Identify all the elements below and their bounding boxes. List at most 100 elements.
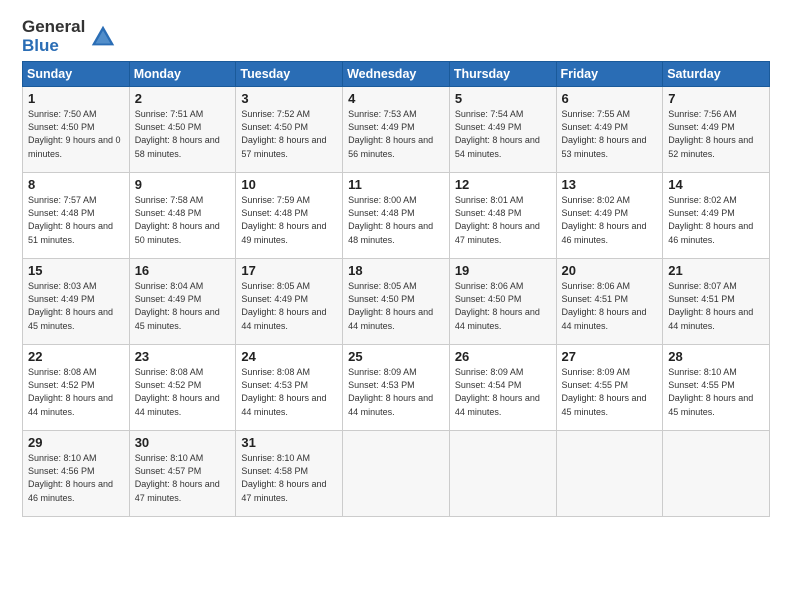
- day-cell: 29 Sunrise: 8:10 AMSunset: 4:56 PMDaylig…: [23, 431, 130, 517]
- day-detail: Sunrise: 7:57 AMSunset: 4:48 PMDaylight:…: [28, 194, 124, 246]
- day-detail: Sunrise: 8:02 AMSunset: 4:49 PMDaylight:…: [668, 194, 764, 246]
- week-row-4: 22 Sunrise: 8:08 AMSunset: 4:52 PMDaylig…: [23, 345, 770, 431]
- day-number: 14: [668, 177, 764, 192]
- logo-blue-text: Blue: [22, 37, 85, 56]
- day-cell: 14 Sunrise: 8:02 AMSunset: 4:49 PMDaylig…: [663, 173, 770, 259]
- logo-general-text: General: [22, 18, 85, 37]
- week-row-3: 15 Sunrise: 8:03 AMSunset: 4:49 PMDaylig…: [23, 259, 770, 345]
- day-detail: Sunrise: 7:53 AMSunset: 4:49 PMDaylight:…: [348, 108, 444, 160]
- day-number: 26: [455, 349, 551, 364]
- day-cell: 9 Sunrise: 7:58 AMSunset: 4:48 PMDayligh…: [129, 173, 236, 259]
- weekday-header-thursday: Thursday: [449, 62, 556, 87]
- day-cell: 31 Sunrise: 8:10 AMSunset: 4:58 PMDaylig…: [236, 431, 343, 517]
- day-detail: Sunrise: 8:05 AMSunset: 4:49 PMDaylight:…: [241, 280, 337, 332]
- day-number: 31: [241, 435, 337, 450]
- page: General Blue SundayMondayTuesdayWednesda…: [0, 0, 792, 612]
- day-cell: 3 Sunrise: 7:52 AMSunset: 4:50 PMDayligh…: [236, 87, 343, 173]
- day-cell: 7 Sunrise: 7:56 AMSunset: 4:49 PMDayligh…: [663, 87, 770, 173]
- weekday-header-sunday: Sunday: [23, 62, 130, 87]
- day-number: 17: [241, 263, 337, 278]
- day-number: 24: [241, 349, 337, 364]
- day-cell: 5 Sunrise: 7:54 AMSunset: 4:49 PMDayligh…: [449, 87, 556, 173]
- day-detail: Sunrise: 7:58 AMSunset: 4:48 PMDaylight:…: [135, 194, 231, 246]
- day-cell: 17 Sunrise: 8:05 AMSunset: 4:49 PMDaylig…: [236, 259, 343, 345]
- day-cell: 21 Sunrise: 8:07 AMSunset: 4:51 PMDaylig…: [663, 259, 770, 345]
- day-cell: 15 Sunrise: 8:03 AMSunset: 4:49 PMDaylig…: [23, 259, 130, 345]
- day-cell: 8 Sunrise: 7:57 AMSunset: 4:48 PMDayligh…: [23, 173, 130, 259]
- day-detail: Sunrise: 8:02 AMSunset: 4:49 PMDaylight:…: [562, 194, 658, 246]
- day-number: 4: [348, 91, 444, 106]
- day-cell: 27 Sunrise: 8:09 AMSunset: 4:55 PMDaylig…: [556, 345, 663, 431]
- day-number: 2: [135, 91, 231, 106]
- day-number: 10: [241, 177, 337, 192]
- day-cell: 12 Sunrise: 8:01 AMSunset: 4:48 PMDaylig…: [449, 173, 556, 259]
- day-detail: Sunrise: 7:50 AMSunset: 4:50 PMDaylight:…: [28, 108, 124, 160]
- day-number: 16: [135, 263, 231, 278]
- day-number: 20: [562, 263, 658, 278]
- day-number: 25: [348, 349, 444, 364]
- calendar: SundayMondayTuesdayWednesdayThursdayFrid…: [22, 61, 770, 517]
- day-cell: 25 Sunrise: 8:09 AMSunset: 4:53 PMDaylig…: [343, 345, 450, 431]
- day-number: 28: [668, 349, 764, 364]
- day-detail: Sunrise: 7:54 AMSunset: 4:49 PMDaylight:…: [455, 108, 551, 160]
- day-cell: [663, 431, 770, 517]
- day-number: 7: [668, 91, 764, 106]
- day-number: 23: [135, 349, 231, 364]
- day-cell: 18 Sunrise: 8:05 AMSunset: 4:50 PMDaylig…: [343, 259, 450, 345]
- day-detail: Sunrise: 8:06 AMSunset: 4:51 PMDaylight:…: [562, 280, 658, 332]
- day-cell: 26 Sunrise: 8:09 AMSunset: 4:54 PMDaylig…: [449, 345, 556, 431]
- day-number: 1: [28, 91, 124, 106]
- logo-area: General Blue: [22, 18, 117, 55]
- day-cell: 19 Sunrise: 8:06 AMSunset: 4:50 PMDaylig…: [449, 259, 556, 345]
- weekday-row: SundayMondayTuesdayWednesdayThursdayFrid…: [23, 62, 770, 87]
- day-cell: 30 Sunrise: 8:10 AMSunset: 4:57 PMDaylig…: [129, 431, 236, 517]
- day-detail: Sunrise: 8:08 AMSunset: 4:53 PMDaylight:…: [241, 366, 337, 418]
- week-row-5: 29 Sunrise: 8:10 AMSunset: 4:56 PMDaylig…: [23, 431, 770, 517]
- day-detail: Sunrise: 8:01 AMSunset: 4:48 PMDaylight:…: [455, 194, 551, 246]
- day-cell: [343, 431, 450, 517]
- day-detail: Sunrise: 7:56 AMSunset: 4:49 PMDaylight:…: [668, 108, 764, 160]
- day-detail: Sunrise: 8:10 AMSunset: 4:58 PMDaylight:…: [241, 452, 337, 504]
- day-detail: Sunrise: 8:08 AMSunset: 4:52 PMDaylight:…: [135, 366, 231, 418]
- day-number: 15: [28, 263, 124, 278]
- day-cell: [556, 431, 663, 517]
- day-detail: Sunrise: 7:55 AMSunset: 4:49 PMDaylight:…: [562, 108, 658, 160]
- day-cell: 10 Sunrise: 7:59 AMSunset: 4:48 PMDaylig…: [236, 173, 343, 259]
- weekday-header-monday: Monday: [129, 62, 236, 87]
- day-detail: Sunrise: 8:10 AMSunset: 4:56 PMDaylight:…: [28, 452, 124, 504]
- day-number: 6: [562, 91, 658, 106]
- calendar-body: 1 Sunrise: 7:50 AMSunset: 4:50 PMDayligh…: [23, 87, 770, 517]
- day-number: 9: [135, 177, 231, 192]
- weekday-header-tuesday: Tuesday: [236, 62, 343, 87]
- day-cell: 6 Sunrise: 7:55 AMSunset: 4:49 PMDayligh…: [556, 87, 663, 173]
- week-row-1: 1 Sunrise: 7:50 AMSunset: 4:50 PMDayligh…: [23, 87, 770, 173]
- calendar-header: SundayMondayTuesdayWednesdayThursdayFrid…: [23, 62, 770, 87]
- logo-icon: [89, 23, 117, 51]
- weekday-header-saturday: Saturday: [663, 62, 770, 87]
- day-cell: 4 Sunrise: 7:53 AMSunset: 4:49 PMDayligh…: [343, 87, 450, 173]
- day-number: 3: [241, 91, 337, 106]
- day-detail: Sunrise: 8:08 AMSunset: 4:52 PMDaylight:…: [28, 366, 124, 418]
- day-cell: 2 Sunrise: 7:51 AMSunset: 4:50 PMDayligh…: [129, 87, 236, 173]
- day-detail: Sunrise: 7:59 AMSunset: 4:48 PMDaylight:…: [241, 194, 337, 246]
- day-cell: 22 Sunrise: 8:08 AMSunset: 4:52 PMDaylig…: [23, 345, 130, 431]
- day-number: 19: [455, 263, 551, 278]
- day-detail: Sunrise: 8:09 AMSunset: 4:54 PMDaylight:…: [455, 366, 551, 418]
- day-detail: Sunrise: 8:06 AMSunset: 4:50 PMDaylight:…: [455, 280, 551, 332]
- day-detail: Sunrise: 7:51 AMSunset: 4:50 PMDaylight:…: [135, 108, 231, 160]
- day-cell: 28 Sunrise: 8:10 AMSunset: 4:55 PMDaylig…: [663, 345, 770, 431]
- day-detail: Sunrise: 7:52 AMSunset: 4:50 PMDaylight:…: [241, 108, 337, 160]
- day-detail: Sunrise: 8:10 AMSunset: 4:57 PMDaylight:…: [135, 452, 231, 504]
- day-number: 29: [28, 435, 124, 450]
- day-cell: 20 Sunrise: 8:06 AMSunset: 4:51 PMDaylig…: [556, 259, 663, 345]
- day-detail: Sunrise: 8:07 AMSunset: 4:51 PMDaylight:…: [668, 280, 764, 332]
- day-cell: 23 Sunrise: 8:08 AMSunset: 4:52 PMDaylig…: [129, 345, 236, 431]
- day-number: 11: [348, 177, 444, 192]
- day-detail: Sunrise: 8:00 AMSunset: 4:48 PMDaylight:…: [348, 194, 444, 246]
- weekday-header-wednesday: Wednesday: [343, 62, 450, 87]
- day-cell: 11 Sunrise: 8:00 AMSunset: 4:48 PMDaylig…: [343, 173, 450, 259]
- weekday-header-friday: Friday: [556, 62, 663, 87]
- day-cell: 13 Sunrise: 8:02 AMSunset: 4:49 PMDaylig…: [556, 173, 663, 259]
- day-detail: Sunrise: 8:03 AMSunset: 4:49 PMDaylight:…: [28, 280, 124, 332]
- day-number: 30: [135, 435, 231, 450]
